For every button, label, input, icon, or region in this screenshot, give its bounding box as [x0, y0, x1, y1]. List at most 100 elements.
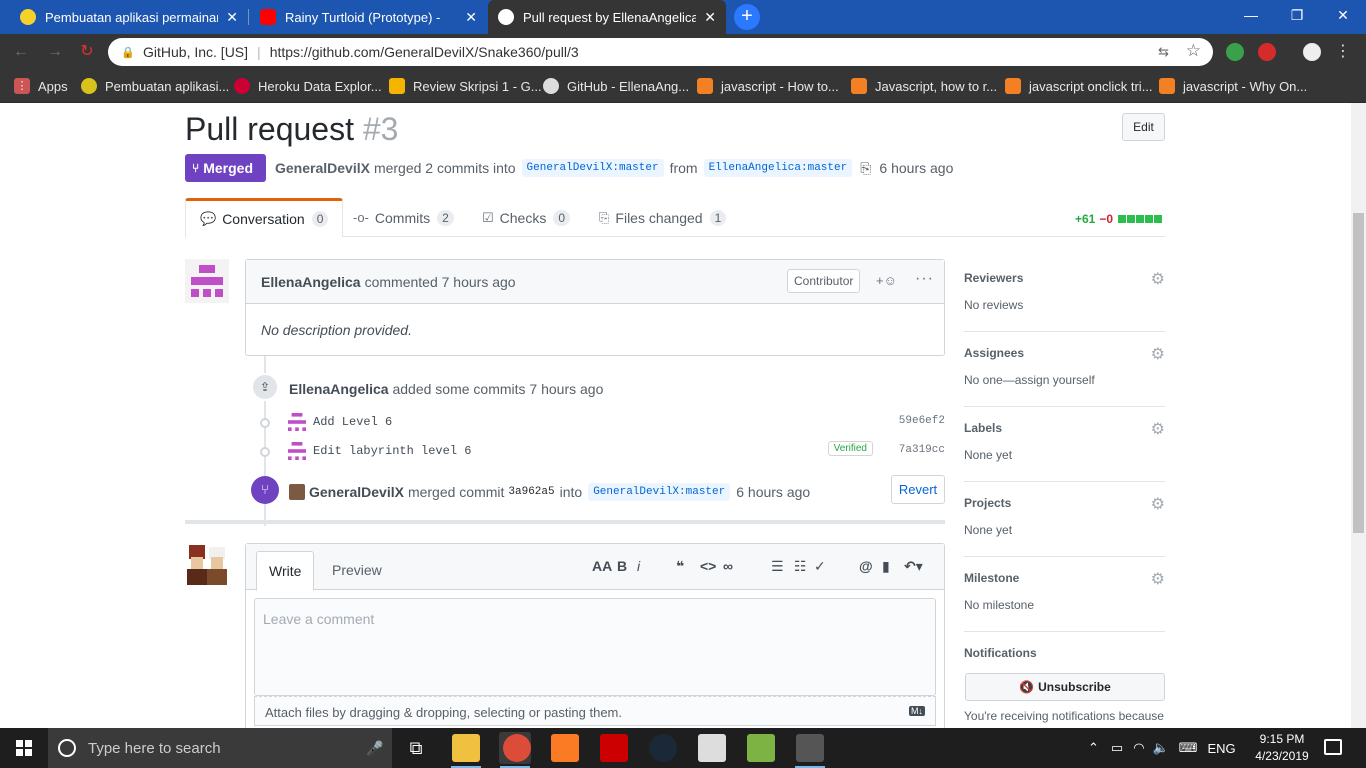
- microphone-icon[interactable]: 🎤: [366, 740, 383, 757]
- wifi-icon[interactable]: ◠: [1133, 740, 1144, 756]
- mention-icon[interactable]: @: [859, 558, 873, 574]
- bookmark-star-icon[interactable]: ☆: [1186, 41, 1201, 61]
- event-author[interactable]: GeneralDevilX: [309, 484, 404, 500]
- chrome-icon[interactable]: [503, 734, 531, 762]
- tab-conversation[interactable]: 💬 Conversation 0: [185, 198, 344, 238]
- restore-window-icon[interactable]: ❐: [1274, 0, 1320, 34]
- chevron-up-icon[interactable]: ⌃: [1088, 740, 1099, 756]
- bookmark-item[interactable]: javascript - How to...: [697, 76, 839, 96]
- windows-start-icon[interactable]: [0, 728, 48, 768]
- avatar[interactable]: [185, 543, 229, 587]
- tab-preview[interactable]: Preview: [320, 551, 394, 591]
- bookmark-item[interactable]: Javascript, how to r...: [851, 76, 997, 96]
- reload-icon[interactable]: ↻: [78, 43, 96, 61]
- italic-icon[interactable]: i: [637, 558, 640, 574]
- close-tab-icon[interactable]: ✕: [465, 9, 477, 26]
- bookmark-item[interactable]: Pembuatan aplikasi...: [81, 76, 229, 96]
- add-reaction-icon[interactable]: +☺: [876, 273, 897, 288]
- tab-files-changed[interactable]: ⎘ Files changed 1: [599, 198, 727, 237]
- volume-icon[interactable]: 🔈: [1153, 740, 1169, 756]
- back-icon[interactable]: ←: [12, 43, 30, 61]
- browser-tab-3-active[interactable]: Pull request by EllenaAngelica · P ✕: [488, 0, 726, 34]
- task-view-icon[interactable]: ⧉: [402, 734, 430, 762]
- input-language[interactable]: ENG: [1208, 741, 1236, 756]
- close-tab-icon[interactable]: ✕: [226, 9, 238, 26]
- link-icon[interactable]: ∞: [723, 558, 733, 574]
- gear-icon[interactable]: ⚙: [1151, 344, 1165, 364]
- bold-icon[interactable]: B: [617, 558, 627, 574]
- media-player-icon[interactable]: [698, 734, 726, 762]
- event-timestamp[interactable]: 6 hours ago: [736, 484, 810, 500]
- commit-message[interactable]: Add Level 6: [313, 415, 392, 429]
- browser-tab-2[interactable]: Rainy Turtloid (Prototype) - ✕: [250, 0, 487, 34]
- xampp-icon[interactable]: [551, 734, 579, 762]
- url-text[interactable]: https://github.com/GeneralDevilX/Snake36…: [270, 44, 579, 60]
- gear-icon[interactable]: ⚙: [1151, 419, 1165, 439]
- avatar[interactable]: [288, 442, 306, 460]
- browser-tab-1[interactable]: Pembuatan aplikasi permainan p ✕: [10, 0, 248, 34]
- quote-icon[interactable]: ❝: [676, 558, 684, 575]
- close-window-icon[interactable]: ✕: [1320, 0, 1366, 34]
- head-branch-ref[interactable]: EllenaAngelica:master: [703, 159, 853, 177]
- mega-icon[interactable]: [600, 734, 628, 762]
- site-identity[interactable]: GitHub, Inc. [US]: [143, 44, 248, 60]
- base-branch-ref[interactable]: GeneralDevilX:master: [521, 159, 664, 177]
- extension-icon[interactable]: [1226, 43, 1244, 61]
- event-author[interactable]: EllenaAngelica: [289, 381, 389, 397]
- verified-badge[interactable]: Verified: [827, 441, 873, 456]
- action-center-icon[interactable]: [1324, 739, 1342, 755]
- bookmark-item[interactable]: javascript onclick tri...: [1005, 76, 1153, 96]
- numbered-list-icon[interactable]: ☷: [794, 558, 807, 575]
- avatar[interactable]: [185, 259, 229, 303]
- gear-icon[interactable]: ⚙: [1151, 569, 1165, 589]
- avatar[interactable]: [288, 413, 306, 431]
- commit-sha[interactable]: 59e6ef2: [899, 415, 945, 427]
- gear-icon[interactable]: ⚙: [1151, 269, 1165, 289]
- bookmark-item[interactable]: GitHub - EllenaAng...: [543, 76, 689, 96]
- keyboard-icon[interactable]: ⌨: [1179, 740, 1198, 756]
- notepad-icon[interactable]: [747, 734, 775, 762]
- profile-avatar-icon[interactable]: [1303, 43, 1321, 61]
- bookmark-apps[interactable]: ⋮ Apps: [14, 76, 68, 96]
- app-icon[interactable]: [796, 734, 824, 762]
- bulleted-list-icon[interactable]: ☰: [771, 558, 784, 575]
- reply-icon[interactable]: ↶▾: [904, 558, 923, 575]
- commit-sha[interactable]: 7a319cc: [899, 444, 945, 456]
- attach-files-area[interactable]: Attach files by dragging & dropping, sel…: [254, 696, 936, 726]
- task-list-icon[interactable]: ✓: [814, 558, 826, 575]
- markdown-icon[interactable]: M↓: [909, 706, 925, 716]
- new-tab-button[interactable]: +: [734, 4, 760, 30]
- comment-textarea[interactable]: Leave a comment: [254, 598, 936, 696]
- taskbar-search-box[interactable]: Type here to search: [48, 728, 392, 768]
- avatar[interactable]: [289, 484, 305, 500]
- copy-clipboard-icon[interactable]: ⎘: [860, 160, 871, 177]
- code-icon[interactable]: <>: [700, 558, 716, 574]
- bookmark-icon[interactable]: ▮: [882, 558, 890, 575]
- scrollbar-thumb[interactable]: [1353, 213, 1364, 533]
- address-bar[interactable]: 🔒 GitHub, Inc. [US] | https://github.com…: [108, 38, 1213, 66]
- file-explorer-icon[interactable]: [452, 734, 480, 762]
- tab-checks[interactable]: ☑ Checks 0: [482, 198, 571, 237]
- commit-message[interactable]: Edit labyrinth level 6: [313, 444, 471, 458]
- minimize-window-icon[interactable]: —: [1228, 0, 1274, 34]
- battery-icon[interactable]: ▭: [1111, 740, 1123, 756]
- assign-yourself-link[interactable]: No one—assign yourself: [964, 373, 1095, 387]
- tab-commits[interactable]: -o- Commits 2: [353, 198, 454, 237]
- bookmark-item[interactable]: Heroku Data Explor...: [234, 76, 382, 96]
- clock[interactable]: 9:15 PM 4/23/2019: [1252, 731, 1312, 765]
- kebab-horizontal-icon[interactable]: ···: [915, 270, 934, 288]
- comment-timestamp[interactable]: commented 7 hours ago: [365, 274, 516, 290]
- comment-author[interactable]: EllenaAngelica: [261, 274, 361, 290]
- base-branch-ref[interactable]: GeneralDevilX:master: [588, 483, 731, 501]
- unsubscribe-button[interactable]: 🔇 Unsubscribe: [965, 673, 1165, 701]
- forward-icon[interactable]: →: [46, 43, 64, 61]
- steam-icon[interactable]: [649, 734, 677, 762]
- tab-write[interactable]: Write: [256, 551, 315, 591]
- page-scrollbar[interactable]: [1351, 103, 1366, 728]
- bookmark-item[interactable]: javascript - Why On...: [1159, 76, 1307, 96]
- merge-commit-sha[interactable]: 3a962a5: [508, 486, 554, 498]
- revert-button[interactable]: Revert: [891, 475, 945, 504]
- adblock-plus-icon[interactable]: [1258, 43, 1276, 61]
- edit-title-button[interactable]: Edit: [1122, 113, 1165, 141]
- menu-kebab-icon[interactable]: ⋮: [1334, 43, 1352, 61]
